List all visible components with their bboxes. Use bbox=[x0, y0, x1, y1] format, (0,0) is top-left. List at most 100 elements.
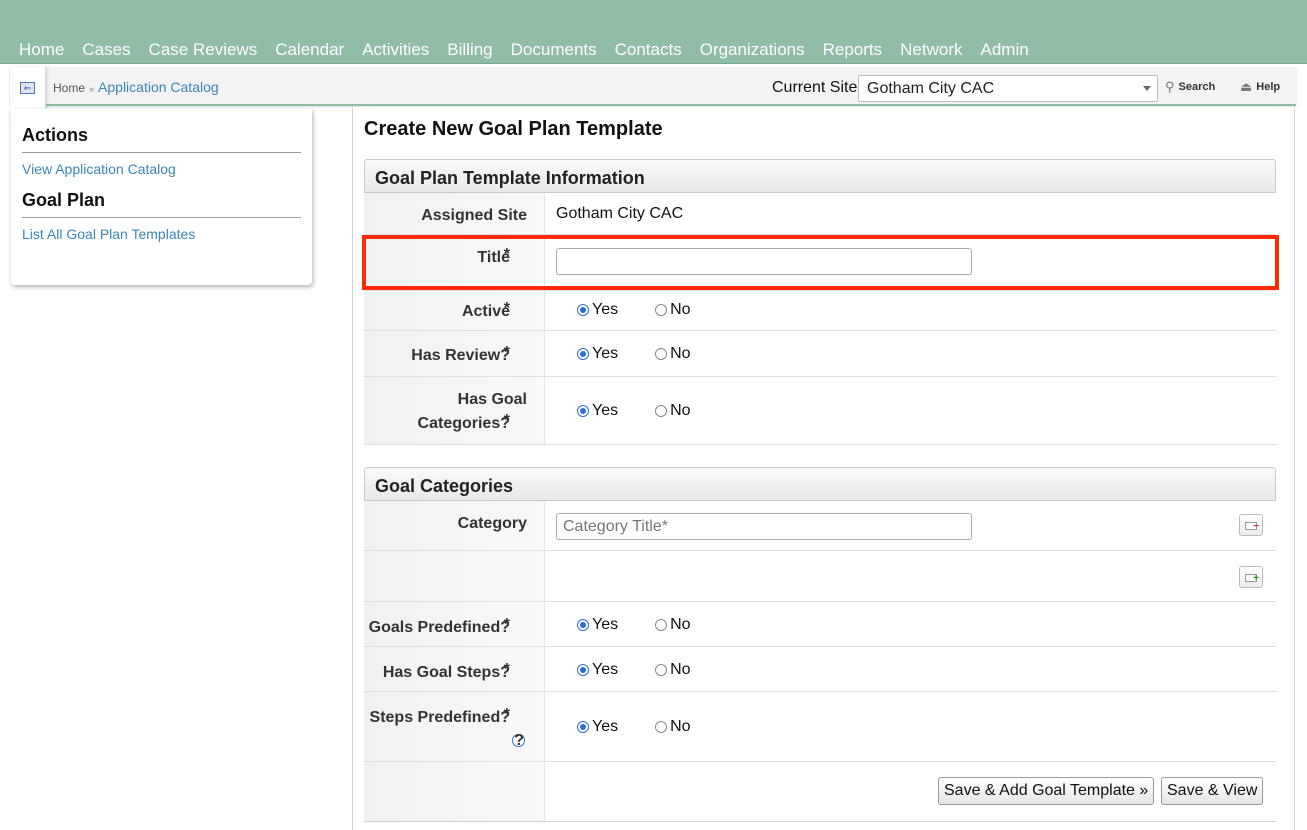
nav-item-activities[interactable]: Activities bbox=[353, 40, 438, 60]
has-review-no-option[interactable]: No bbox=[655, 345, 691, 363]
nav-item-home[interactable]: Home bbox=[10, 40, 73, 60]
title-input[interactable] bbox=[556, 248, 972, 275]
current-site-label: Current Site bbox=[772, 79, 858, 96]
assigned-site-value: Gotham City CAC bbox=[556, 205, 684, 222]
row-has-goal-steps: Has Goal Steps? * Yes No bbox=[364, 647, 1276, 692]
nav-item-documents[interactable]: Documents bbox=[502, 40, 606, 60]
help-label: Help bbox=[1256, 81, 1281, 93]
steps-predefined-yes-option[interactable]: Yes bbox=[577, 718, 618, 736]
section-header-template-information: Goal Plan Template Information bbox=[364, 159, 1276, 193]
has-goal-categories-label-line1: Has Goal bbox=[457, 391, 527, 408]
row-category: Category − bbox=[364, 501, 1276, 551]
has-goal-categories-yes-radio[interactable] bbox=[577, 405, 589, 417]
search-button[interactable]: ⚲ Search bbox=[1165, 79, 1215, 95]
required-marker: * bbox=[503, 661, 510, 678]
goals-predefined-no-option[interactable]: No bbox=[655, 616, 691, 634]
steps-predefined-no-option[interactable]: No bbox=[655, 718, 691, 736]
save-add-goal-template-button[interactable]: Save & Add Goal Template » bbox=[938, 777, 1155, 805]
nav-item-billing[interactable]: Billing bbox=[438, 40, 501, 60]
active-yes-radio[interactable] bbox=[577, 304, 589, 316]
active-yes-option[interactable]: Yes bbox=[577, 301, 618, 319]
nav-item-calendar[interactable]: Calendar bbox=[266, 40, 353, 60]
sidebar-heading-actions: Actions bbox=[22, 125, 301, 153]
has-goal-steps-no-option[interactable]: No bbox=[655, 661, 691, 679]
has-goal-steps-radio-group: Yes No bbox=[577, 661, 691, 679]
add-icon: + bbox=[1253, 573, 1259, 584]
nav-item-network[interactable]: Network bbox=[891, 40, 971, 60]
required-marker: * bbox=[503, 412, 510, 429]
nav-item-cases[interactable]: Cases bbox=[73, 40, 139, 60]
row-has-goal-categories: Has Goal Categories? * Yes No bbox=[364, 377, 1276, 445]
steps-predefined-yes-radio[interactable] bbox=[577, 721, 589, 733]
add-category-button[interactable]: + bbox=[1239, 566, 1263, 588]
breadcrumb-separator: » bbox=[89, 84, 95, 94]
sidebar-link-view-application-catalog[interactable]: View Application Catalog bbox=[22, 161, 301, 177]
row-title: Title * bbox=[364, 235, 1276, 291]
row-goals-predefined: Goals Predefined? * Yes No bbox=[364, 602, 1276, 647]
required-marker: * bbox=[503, 246, 510, 263]
help-question-icon[interactable]: ? bbox=[512, 733, 525, 749]
category-title-input[interactable] bbox=[556, 513, 972, 540]
sub-bar: ⇐ Home» Application Catalog Current Site … bbox=[10, 67, 1296, 117]
steps-predefined-radio-group: Yes No bbox=[577, 718, 691, 736]
has-review-yes-radio[interactable] bbox=[577, 348, 589, 360]
steps-predefined-no-radio[interactable] bbox=[655, 721, 668, 733]
category-label: Category bbox=[457, 515, 527, 532]
search-label: Search bbox=[1178, 81, 1216, 93]
required-marker: * bbox=[503, 706, 510, 723]
remove-icon: − bbox=[1253, 521, 1259, 532]
help-bell-icon: ⏏ bbox=[1240, 79, 1253, 94]
main-panel: Create New Goal Plan Template Goal Plan … bbox=[352, 107, 1295, 830]
row-add-category: + bbox=[364, 551, 1276, 602]
goals-predefined-yes-option[interactable]: Yes bbox=[577, 616, 618, 634]
has-goal-categories-yes-option[interactable]: Yes bbox=[577, 402, 618, 420]
active-radio-group: Yes No bbox=[577, 301, 691, 319]
goals-predefined-yes-radio[interactable] bbox=[577, 619, 589, 631]
nav-item-admin[interactable]: Admin bbox=[972, 40, 1038, 60]
page-title: Create New Goal Plan Template bbox=[364, 118, 663, 140]
breadcrumb-application-catalog[interactable]: Application Catalog bbox=[98, 79, 219, 95]
has-goal-categories-radio-group: Yes No bbox=[577, 402, 691, 420]
row-active: Active * Yes No bbox=[364, 291, 1276, 331]
goals-predefined-radio-group: Yes No bbox=[577, 616, 691, 634]
sidebar-link-list-goal-plan-templates[interactable]: List All Goal Plan Templates bbox=[22, 226, 301, 242]
row-has-review: Has Review? * Yes No bbox=[364, 331, 1276, 377]
current-site-value: Gotham City CAC bbox=[867, 80, 995, 97]
top-nav: Home Cases Case Reviews Calendar Activit… bbox=[0, 0, 1307, 64]
required-marker: * bbox=[503, 616, 510, 633]
active-no-option[interactable]: No bbox=[655, 301, 691, 319]
save-view-button[interactable]: Save & View bbox=[1161, 777, 1264, 805]
nav-menu: Home Cases Case Reviews Calendar Activit… bbox=[10, 40, 1038, 60]
nav-item-contacts[interactable]: Contacts bbox=[606, 40, 691, 60]
required-marker: * bbox=[503, 300, 510, 317]
nav-item-reports[interactable]: Reports bbox=[814, 40, 892, 60]
breadcrumb: Home » Application Catalog bbox=[53, 79, 219, 95]
nav-item-organizations[interactable]: Organizations bbox=[691, 40, 814, 60]
has-goal-steps-no-radio[interactable] bbox=[655, 664, 668, 676]
has-goal-steps-yes-option[interactable]: Yes bbox=[577, 661, 618, 679]
required-marker: * bbox=[503, 344, 510, 361]
remove-category-button[interactable]: − bbox=[1239, 514, 1263, 536]
row-assigned-site: Assigned Site Gotham City CAC bbox=[364, 193, 1276, 235]
current-site-select[interactable]: Gotham City CAC bbox=[858, 75, 1158, 102]
collapse-sidebar-icon: ⇐ bbox=[20, 82, 35, 94]
has-review-yes-option[interactable]: Yes bbox=[577, 345, 618, 363]
has-review-radio-group: Yes No bbox=[577, 345, 691, 363]
sidebar: Actions View Application Catalog Goal Pl… bbox=[11, 109, 312, 285]
row-steps-predefined: Steps Predefined? * ? Yes No bbox=[364, 692, 1276, 762]
sidebar-heading-goal-plan: Goal Plan bbox=[22, 190, 301, 218]
breadcrumb-home[interactable]: Home bbox=[53, 81, 85, 95]
help-button[interactable]: ⏏ Help bbox=[1240, 79, 1280, 95]
has-goal-steps-yes-radio[interactable] bbox=[577, 664, 589, 676]
assigned-site-label: Assigned Site bbox=[421, 207, 527, 224]
has-goal-categories-no-option[interactable]: No bbox=[655, 402, 691, 420]
has-review-no-radio[interactable] bbox=[655, 348, 668, 360]
row-form-actions: Save & Add Goal Template » Save & View bbox=[364, 762, 1276, 822]
search-icon: ⚲ bbox=[1165, 79, 1175, 94]
active-no-radio[interactable] bbox=[655, 304, 668, 316]
has-goal-categories-no-radio[interactable] bbox=[655, 405, 668, 417]
section-header-goal-categories: Goal Categories bbox=[364, 467, 1276, 501]
nav-item-case-reviews[interactable]: Case Reviews bbox=[140, 40, 267, 60]
chevron-down-icon bbox=[1143, 86, 1151, 91]
goals-predefined-no-radio[interactable] bbox=[655, 619, 668, 631]
